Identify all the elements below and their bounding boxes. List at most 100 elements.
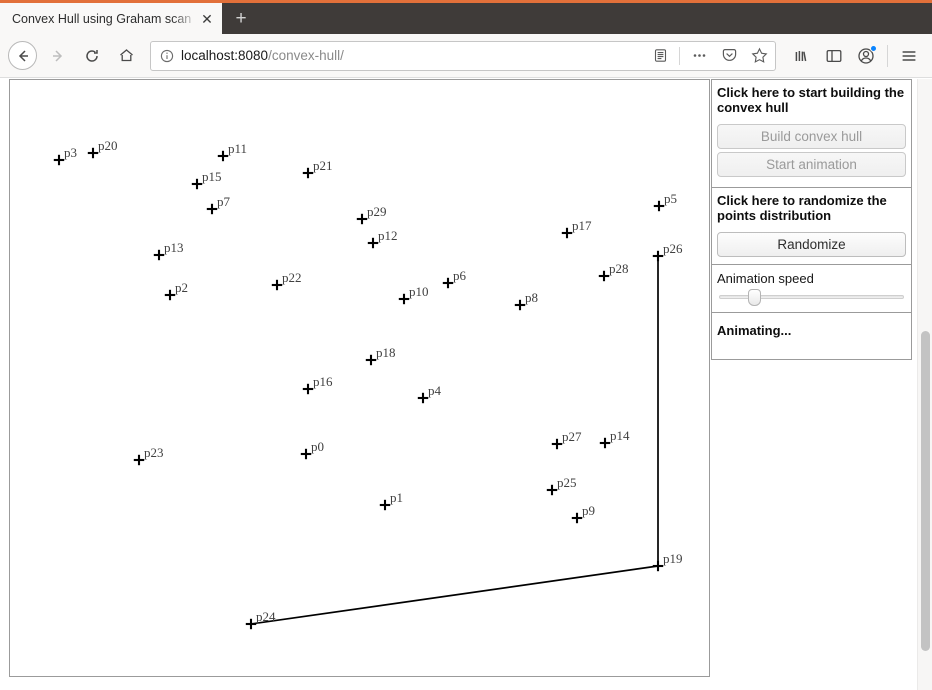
data-point[interactable]: p5 (653, 191, 677, 212)
data-point[interactable]: p2 (164, 280, 188, 301)
slider-thumb[interactable] (748, 288, 762, 306)
navigation-toolbar: localhost:8080/convex-hull/ (0, 34, 932, 78)
point-label: p18 (376, 345, 396, 360)
point-label: p27 (562, 429, 582, 444)
randomize-panel: Click here to randomize the points distr… (711, 186, 912, 265)
data-point[interactable]: p10 (398, 284, 429, 305)
reader-view-icon[interactable] (648, 44, 672, 68)
sidebar-icon[interactable] (819, 41, 849, 71)
data-point[interactable]: p16 (302, 374, 333, 395)
point-label: p8 (525, 290, 538, 305)
point-label: p2 (175, 280, 188, 295)
page-scrollbar-thumb[interactable] (921, 331, 930, 651)
point-label: p21 (313, 158, 333, 173)
page-scrollbar[interactable] (917, 79, 932, 690)
url-host: localhost:8080 (181, 48, 269, 63)
point-label: p5 (664, 191, 677, 206)
back-arrow-icon[interactable] (8, 41, 37, 70)
status-text: Animating... (717, 322, 792, 338)
animation-speed-slider[interactable] (719, 288, 904, 306)
point-label: p19 (663, 551, 683, 566)
reload-icon[interactable] (76, 40, 108, 72)
pocket-icon[interactable] (717, 44, 741, 68)
data-point[interactable]: p27 (551, 429, 582, 450)
point-label: p17 (572, 218, 592, 233)
data-point[interactable]: p8 (514, 290, 538, 311)
divider (679, 46, 680, 65)
randomize-button[interactable]: Randomize (717, 231, 906, 257)
data-point[interactable]: p13 (153, 240, 184, 261)
bookmark-star-icon[interactable] (747, 44, 771, 68)
point-label: p9 (582, 503, 595, 518)
page-content: p3 p20 p11 p15 p7 p21 p29 p12 p17 p5 p26 p28 p13 p2 p2… (0, 79, 932, 690)
account-icon[interactable] (851, 41, 881, 71)
convex-hull-plot: p3 p20 p11 p15 p7 p21 p29 p12 p17 p5 p26 p28 p13 p2 p2… (53, 138, 683, 630)
point-label: p26 (663, 241, 683, 256)
slider-track[interactable] (719, 294, 904, 299)
point-label: p28 (609, 261, 629, 276)
hull-edge (250, 565, 659, 625)
tab-title: Convex Hull using Graham scan (12, 11, 192, 26)
library-icon[interactable] (787, 41, 817, 71)
point-label: p11 (228, 141, 247, 156)
point-label: p15 (202, 169, 222, 184)
info-icon (159, 48, 175, 64)
data-point[interactable]: p1 (379, 490, 403, 511)
url-path: /convex-hull/ (268, 48, 344, 63)
point-label: p24 (256, 609, 276, 624)
control-sidebar: Click here to start building the convex … (711, 79, 912, 360)
data-point[interactable]: p17 (561, 218, 592, 239)
data-point[interactable]: p12 (367, 228, 398, 249)
data-point[interactable]: p28 (598, 261, 629, 282)
point-label: p3 (64, 145, 77, 160)
build-panel: Click here to start building the convex … (711, 79, 912, 188)
account-notification-badge (870, 44, 877, 52)
point-label: p29 (367, 204, 387, 219)
point-label: p25 (557, 475, 577, 490)
point-label: p14 (610, 428, 630, 443)
tab-convex-hull[interactable]: Convex Hull using Graham scan ✕ (0, 3, 222, 34)
point-label: p13 (164, 240, 184, 255)
build-convex-hull-button[interactable]: Build convex hull (717, 123, 906, 149)
data-point[interactable]: p6 (442, 268, 467, 289)
convex-hull-canvas[interactable]: p3 p20 p11 p15 p7 p21 p29 p12 p17 p5 p26 p28 p13 p2 p2… (9, 79, 710, 677)
data-point[interactable]: p21 (302, 158, 333, 179)
data-point[interactable]: p15 (191, 169, 222, 190)
randomize-panel-heading: Click here to randomize the points distr… (717, 192, 887, 223)
data-point[interactable]: p4 (417, 383, 442, 404)
points-layer: p3 p20 p11 p15 p7 p21 p29 p12 p17 p5 p26 p28 p13 p2 p2… (53, 138, 683, 630)
data-point[interactable]: p18 (365, 345, 396, 366)
page-actions-icon[interactable] (687, 44, 711, 68)
point-label: p0 (311, 439, 324, 454)
home-icon[interactable] (110, 40, 142, 72)
browser-window: Convex Hull using Graham scan ✕ + localh… (0, 0, 932, 690)
point-label: p6 (453, 268, 467, 283)
data-point[interactable]: p14 (599, 428, 630, 449)
point-label: p7 (217, 194, 231, 209)
url-bar[interactable]: localhost:8080/convex-hull/ (150, 40, 776, 71)
data-point[interactable]: p22 (271, 270, 302, 291)
point-label: p1 (390, 490, 403, 505)
menu-icon[interactable] (894, 41, 924, 71)
data-point[interactable]: p29 (356, 204, 387, 225)
data-point[interactable]: p9 (571, 503, 595, 524)
data-point[interactable]: p26 (652, 241, 683, 262)
url-text: localhost:8080/convex-hull/ (181, 48, 642, 63)
point-label: p16 (313, 374, 333, 389)
point-label: p4 (428, 383, 442, 398)
point-label: p23 (144, 445, 164, 460)
close-icon[interactable]: ✕ (198, 10, 216, 28)
data-point[interactable]: p23 (133, 445, 164, 466)
data-point[interactable]: p20 (87, 138, 118, 159)
data-point[interactable]: p24 (245, 609, 276, 630)
data-point[interactable]: p25 (546, 475, 577, 496)
data-point[interactable]: p3 (53, 145, 77, 166)
new-tab-button[interactable]: + (222, 3, 260, 34)
point-label: p22 (282, 270, 302, 285)
data-point[interactable]: p11 (217, 141, 247, 162)
start-animation-button[interactable]: Start animation (717, 151, 906, 177)
point-label: p10 (409, 284, 429, 299)
point-label: p12 (378, 228, 398, 243)
data-point[interactable]: p0 (300, 439, 324, 460)
data-point[interactable]: p7 (206, 194, 231, 215)
